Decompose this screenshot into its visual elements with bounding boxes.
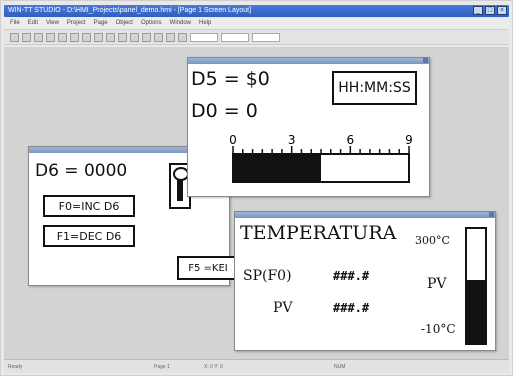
f0-inc-button[interactable]: F0=INC D6 xyxy=(43,195,135,217)
status-mid1: Page 1 xyxy=(154,363,170,370)
menu-bar: File Edit View Project Page Object Optio… xyxy=(4,18,509,28)
status-right: NUM xyxy=(334,363,346,370)
redo-icon[interactable] xyxy=(106,32,115,42)
menu-edit[interactable]: Edit xyxy=(28,18,38,28)
menu-file[interactable]: File xyxy=(10,18,20,28)
pv-label: PV xyxy=(273,300,293,316)
text-icon[interactable] xyxy=(154,32,163,42)
new-icon[interactable] xyxy=(10,32,19,42)
scale-pv-label: PV xyxy=(427,276,447,292)
toolbar-field-1[interactable] xyxy=(190,32,218,42)
status-bar: Ready Page 1 X: 0 Y: 0 NUM xyxy=(4,359,509,373)
sp-label: SP(F0) xyxy=(243,268,292,284)
bargraph-fill xyxy=(233,154,321,182)
undo-icon[interactable] xyxy=(94,32,103,42)
cut-icon[interactable] xyxy=(58,32,67,42)
d6-label: D6 = 0000 xyxy=(35,161,128,181)
window-d5[interactable]: D5 = $0 D0 = 0 HH:MM:SS 0 3 6 9 xyxy=(187,57,430,197)
menu-options[interactable]: Options xyxy=(141,18,162,28)
f1-dec-button[interactable]: F1=DEC D6 xyxy=(43,225,135,247)
menu-project[interactable]: Project xyxy=(67,18,86,28)
window-temp-caption[interactable] xyxy=(235,212,495,218)
bargraph-scale: 0 3 6 9 xyxy=(229,133,413,183)
menu-window[interactable]: Window xyxy=(170,18,191,28)
zoom-icon[interactable] xyxy=(118,32,127,42)
d0-label: D0 = 0 xyxy=(191,100,258,122)
align-icon[interactable] xyxy=(142,32,151,42)
app-window: WIN-TT STUDIO - D:\HMI_Projects\panel_de… xyxy=(0,0,513,376)
scale-min-label: -10°C xyxy=(421,322,456,336)
scale-tick-label: 9 xyxy=(405,133,413,147)
line-icon[interactable] xyxy=(166,32,175,42)
status-mid2: X: 0 Y: 0 xyxy=(204,363,223,370)
toolbar-field-2[interactable] xyxy=(221,32,249,42)
open-icon[interactable] xyxy=(22,32,31,42)
close-icon[interactable] xyxy=(423,58,428,63)
menu-view[interactable]: View xyxy=(46,18,59,28)
paste-icon[interactable] xyxy=(82,32,91,42)
window-title: WIN-TT STUDIO - D:\HMI_Projects\panel_de… xyxy=(8,7,252,14)
title-bar: WIN-TT STUDIO - D:\HMI_Projects\panel_de… xyxy=(4,5,509,17)
window-temperature[interactable]: TEMPERATURA SP(F0) ###.# PV ###.# 300°C … xyxy=(234,211,496,351)
menu-object[interactable]: Object xyxy=(116,18,133,28)
copy-icon[interactable] xyxy=(70,32,79,42)
window-d5-caption[interactable] xyxy=(188,58,429,64)
menu-page[interactable]: Page xyxy=(94,18,108,28)
f5-button[interactable]: F5 =KEI xyxy=(177,256,239,280)
d5-label: D5 = $0 xyxy=(191,68,270,90)
maximize-icon[interactable]: □ xyxy=(485,6,495,15)
grid-icon[interactable] xyxy=(130,32,139,42)
toolbar-field-3[interactable] xyxy=(252,32,280,42)
temperature-bargraph xyxy=(465,227,487,345)
pv-value: ###.# xyxy=(333,301,370,315)
scale-max-label: 300°C xyxy=(415,234,450,247)
rect-icon[interactable] xyxy=(178,32,187,42)
save-icon[interactable] xyxy=(34,32,43,42)
status-left: Ready xyxy=(8,363,23,370)
close-icon[interactable]: × xyxy=(497,6,507,15)
temperature-title: TEMPERATURA xyxy=(240,222,397,244)
minimize-icon[interactable]: _ xyxy=(473,6,483,15)
menu-help[interactable]: Help xyxy=(199,18,211,28)
scale-tick-label: 0 xyxy=(229,133,237,147)
scale-tick-label: 6 xyxy=(347,133,355,147)
toolbar xyxy=(4,29,509,45)
sp-value: ###.# xyxy=(333,269,370,283)
temperature-bar-fill xyxy=(467,280,485,343)
close-icon[interactable] xyxy=(489,212,494,217)
window-controls: _ □ × xyxy=(473,6,507,15)
scale-tick-label: 3 xyxy=(288,133,296,147)
time-display: HH:MM:SS xyxy=(332,71,417,105)
print-icon[interactable] xyxy=(46,32,55,42)
